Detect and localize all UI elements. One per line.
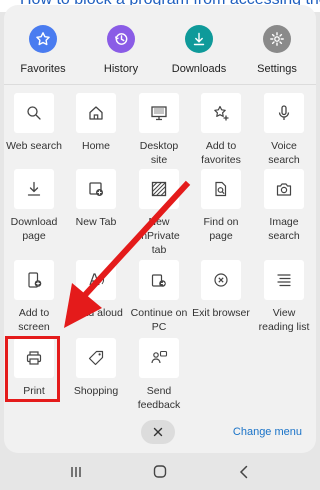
- tile-label: Web search: [6, 140, 62, 152]
- tile-label: New InPrivate tab: [138, 216, 180, 256]
- search-icon: [14, 93, 54, 133]
- image-search-button[interactable]: Image search: [254, 169, 314, 243]
- continue-on-pc-icon: [139, 260, 179, 300]
- history-label: History: [103, 63, 139, 75]
- microphone-icon: [264, 93, 304, 133]
- star-icon: [29, 25, 57, 53]
- view-reading-list-button[interactable]: View reading list: [254, 260, 314, 334]
- close-menu-button[interactable]: [141, 420, 175, 444]
- tile-label: Desktop site: [139, 140, 179, 166]
- tile-label: Continue on PC: [130, 307, 188, 333]
- continue-on-pc-button[interactable]: Continue on PC: [129, 260, 189, 334]
- shopping-button[interactable]: Shopping: [66, 338, 126, 398]
- tile-label: Add to screen: [18, 307, 50, 333]
- new-tab-button[interactable]: New Tab: [66, 169, 126, 229]
- tile-label: New Tab: [75, 216, 117, 228]
- read-aloud-button[interactable]: Read aloud: [66, 260, 126, 320]
- recent-apps-icon: [71, 467, 81, 477]
- tile-label: Exit browser: [192, 307, 250, 319]
- gear-icon: [263, 25, 291, 53]
- tile-label: Shopping: [73, 385, 119, 397]
- change-menu-link[interactable]: Change menu: [233, 426, 302, 438]
- exit-browser-button[interactable]: Exit browser: [191, 260, 251, 320]
- tile-label: Read aloud: [69, 307, 123, 319]
- feedback-icon: [139, 338, 179, 378]
- tile-label: Voice search: [268, 140, 300, 166]
- web-search-button[interactable]: Web search: [4, 93, 64, 153]
- inprivate-icon: [139, 169, 179, 209]
- add-to-favorites-button[interactable]: Add to favorites: [191, 93, 251, 167]
- tile-label: Image search: [268, 216, 300, 242]
- divider: [4, 84, 316, 85]
- home-circle-icon: [153, 465, 167, 478]
- back-chevron-icon: [239, 465, 248, 479]
- download-page-icon: [14, 169, 54, 209]
- home-button[interactable]: Home: [66, 93, 126, 153]
- quick-actions-row: Favorites History Downloads Settings: [4, 25, 316, 85]
- settings-label: Settings: [257, 63, 297, 75]
- downloads-label: Downloads: [171, 63, 227, 75]
- close-icon: [153, 427, 163, 437]
- menu-bottom-bar: Change menu: [4, 420, 316, 450]
- tile-label: Find on page: [203, 216, 239, 242]
- reading-list-icon: [264, 260, 304, 300]
- new-inprivate-tab-button[interactable]: New InPrivate tab: [129, 169, 189, 257]
- home-nav-button[interactable]: [150, 463, 170, 481]
- add-to-screen-icon: [14, 260, 54, 300]
- find-on-page-button[interactable]: Find on page: [191, 169, 251, 243]
- settings-button[interactable]: Settings: [238, 25, 316, 75]
- history-button[interactable]: History: [82, 25, 160, 75]
- add-to-screen-button[interactable]: Add to screen: [4, 260, 64, 334]
- favorites-button[interactable]: Favorites: [4, 25, 82, 75]
- download-icon: [185, 25, 213, 53]
- recent-apps-button[interactable]: [66, 463, 86, 481]
- exit-icon: [201, 260, 241, 300]
- download-page-button[interactable]: Download page: [4, 169, 64, 243]
- monitor-icon: [139, 93, 179, 133]
- voice-search-button[interactable]: Voice search: [254, 93, 314, 167]
- find-on-page-icon: [201, 169, 241, 209]
- star-plus-icon: [201, 93, 241, 133]
- favorites-label: Favorites: [20, 63, 66, 75]
- android-navigation-bar: [0, 455, 320, 490]
- read-aloud-icon: [76, 260, 116, 300]
- back-nav-button[interactable]: [234, 463, 254, 481]
- history-icon: [107, 25, 135, 53]
- tile-label: Send feedback: [137, 385, 181, 411]
- tile-label: Home: [81, 140, 110, 152]
- desktop-site-button[interactable]: Desktop site: [129, 93, 189, 167]
- send-feedback-button[interactable]: Send feedback: [129, 338, 189, 412]
- tile-label: View reading list: [258, 307, 310, 333]
- new-tab-icon: [76, 169, 116, 209]
- tag-icon: [76, 338, 116, 378]
- tile-label: Download page: [10, 216, 58, 242]
- camera-icon: [264, 169, 304, 209]
- tile-label: Add to favorites: [201, 140, 241, 166]
- downloads-button[interactable]: Downloads: [160, 25, 238, 75]
- home-icon: [76, 93, 116, 133]
- print-highlight-box: [5, 336, 60, 402]
